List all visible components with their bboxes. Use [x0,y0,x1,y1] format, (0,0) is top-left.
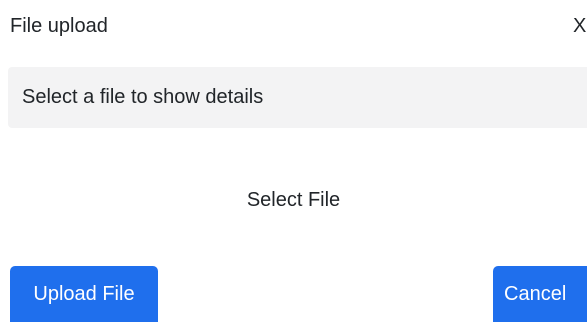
select-file-button[interactable]: Select File [0,187,587,213]
upload-file-button[interactable]: Upload File [10,266,158,322]
close-button[interactable]: X [573,13,586,39]
file-upload-dialog: File upload X Select a file to show deta… [0,0,587,322]
file-details-text: Select a file to show details [22,86,264,108]
file-details-panel: Select a file to show details [8,67,587,128]
dialog-title: File upload [10,15,108,37]
cancel-button[interactable]: Cancel [493,266,587,322]
